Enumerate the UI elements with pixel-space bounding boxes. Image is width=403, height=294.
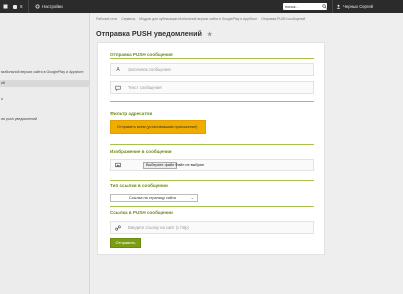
search-icon[interactable] <box>322 0 327 13</box>
section-title-push: Отправка PUSH сообщения <box>110 52 173 57</box>
chevron-down-icon: ⌄ <box>190 195 194 200</box>
image-upload-field: Выберите файл Файл не выбран <box>110 159 314 171</box>
link-icon <box>114 225 122 231</box>
notification-icon <box>13 4 17 9</box>
sidebar: мобильной версии сайта в GooglePlay и Ap… <box>0 13 90 294</box>
link-type-select[interactable]: Ссылка на страницу сайта ⌄ <box>110 194 198 202</box>
font-icon: A <box>116 67 120 73</box>
sidebar-item-other[interactable]: о <box>0 97 90 101</box>
link-url-field[interactable]: Введите ссылку на сайт (с http) <box>110 221 314 234</box>
speech-bubble-icon <box>115 85 121 92</box>
top-bar: 8 Настройки поиск... Черных Сергей <box>0 0 403 13</box>
choose-file-button[interactable]: Выберите файл <box>143 162 178 169</box>
breadcrumb-item-module[interactable]: Модуль для публикации Мобильной версии с… <box>139 17 257 21</box>
section-divider <box>110 101 314 102</box>
home-count: 8 <box>20 4 23 9</box>
file-status: Файл не выбран <box>175 163 204 167</box>
breadcrumb-item-services[interactable]: Сервисы <box>121 17 135 21</box>
breadcrumb: Рабочий стол Сервисы Модуль для публикац… <box>96 17 308 21</box>
sidebar-item-active[interactable]: ий <box>0 80 90 87</box>
sidebar-item-push[interactable]: ия push уведомлений <box>0 117 90 121</box>
page-title-text: Отправка PUSH уведомлений <box>96 29 202 38</box>
search-input[interactable]: поиск... <box>283 3 327 10</box>
image-icon <box>115 162 121 168</box>
breadcrumb-item-desktop[interactable]: Рабочий стол <box>96 17 117 21</box>
gear-icon <box>35 4 40 9</box>
section-divider <box>110 180 314 181</box>
section-divider <box>110 144 314 145</box>
message-title-placeholder: Заголовок сообщения <box>128 67 171 72</box>
section-title-link: Ссылка в PUSH сообщении <box>110 210 173 215</box>
user-menu[interactable]: Черных Сергей <box>336 0 373 13</box>
message-text-field[interactable]: Текст сообщения <box>110 81 314 94</box>
submit-button[interactable]: Отправить <box>110 238 141 248</box>
section-title-image: Изображение в сообщении <box>110 149 172 154</box>
section-title-filter: Фильтр адресатов <box>110 111 153 116</box>
link-url-placeholder: Введите ссылку на сайт (с http) <box>128 225 189 230</box>
user-name: Черных Сергей <box>343 4 373 9</box>
settings-label: Настройки <box>42 4 63 9</box>
page-title: Отправка PUSH уведомлений ★ <box>96 29 212 38</box>
push-form-card: Отправка PUSH сообщения A Заголовок сооб… <box>97 42 325 255</box>
section-title-link-type: Тип ссылки в сообщении <box>110 183 168 188</box>
favorite-star-icon[interactable]: ★ <box>207 32 212 38</box>
sidebar-item-mobile-app[interactable]: мобильной версии сайта в GooglePlay и Ap… <box>0 70 90 74</box>
send-all-button[interactable]: Отправить всем (установившим приложение) <box>110 120 206 134</box>
breadcrumb-item-current: Отправка PUSH сообщений <box>261 17 306 21</box>
link-type-selected: Ссылка на страницу сайта <box>129 196 176 200</box>
home-counter[interactable]: 8 <box>13 0 23 13</box>
user-icon <box>336 5 341 10</box>
menu-icon[interactable] <box>3 0 8 13</box>
section-divider <box>110 206 314 207</box>
section-divider <box>110 58 314 59</box>
message-title-field[interactable]: A Заголовок сообщения <box>110 63 314 76</box>
message-text-placeholder: Текст сообщения <box>128 85 162 90</box>
settings-menu[interactable]: Настройки <box>35 0 63 13</box>
